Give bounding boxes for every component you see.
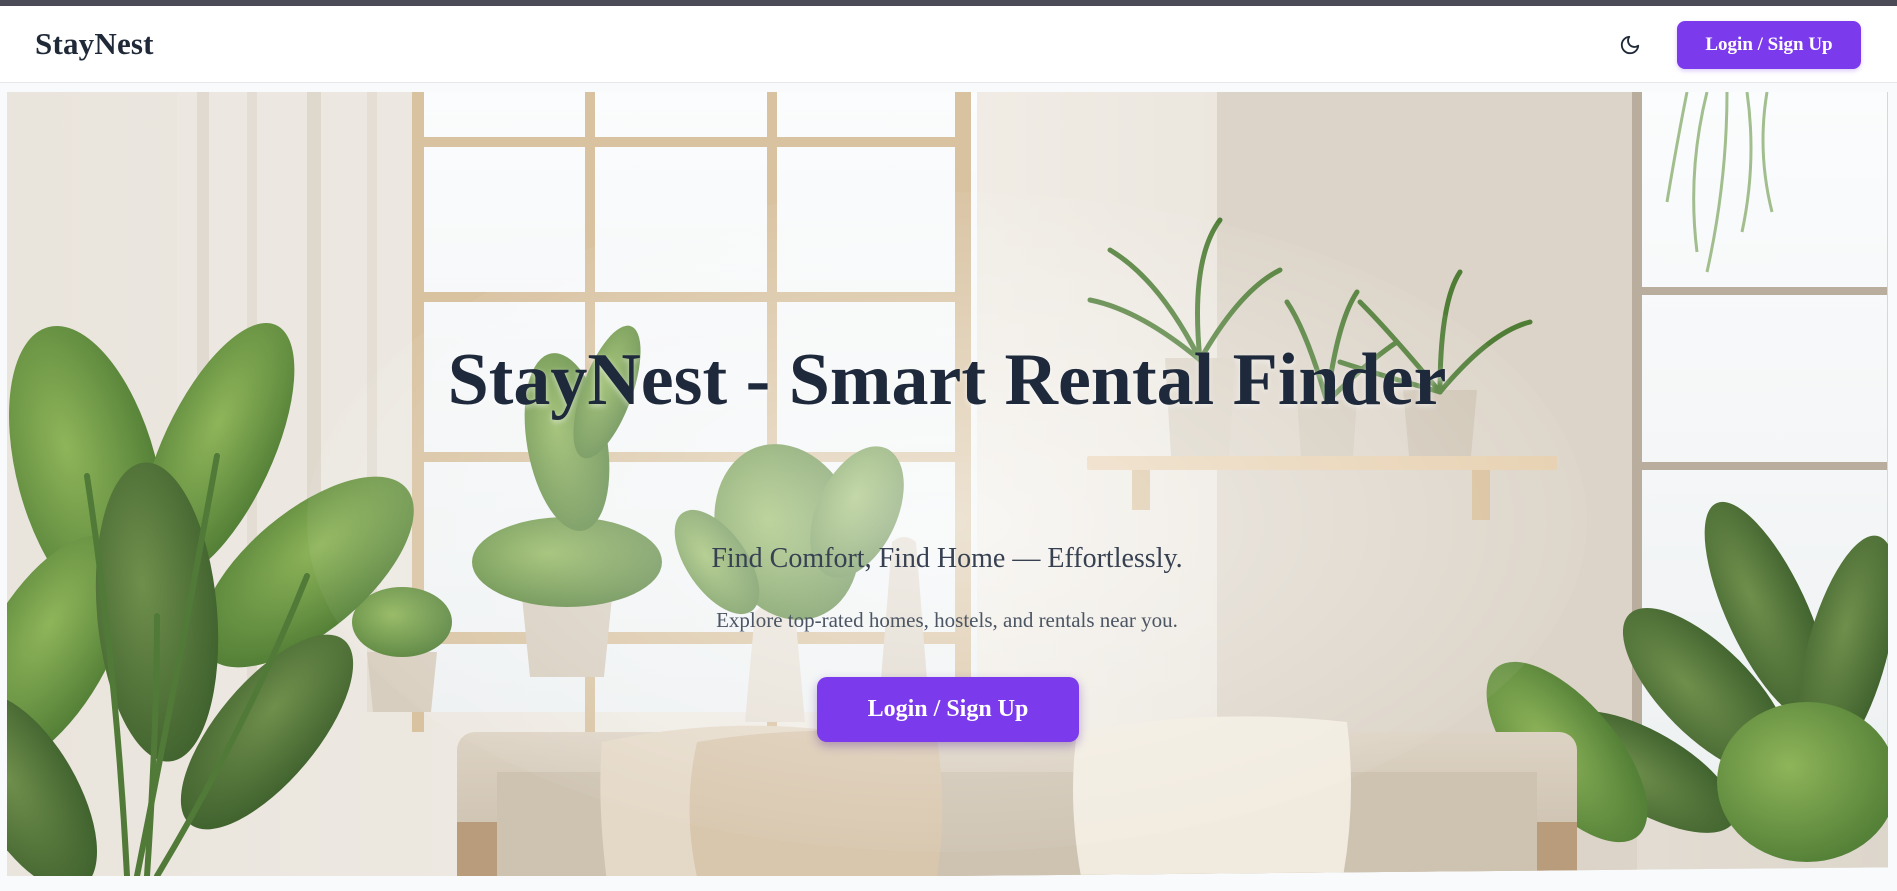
brand-logo[interactable]: StayNest [35,26,154,62]
navbar: StayNest Login / Sign Up [0,6,1897,83]
hero-tagline: Find Comfort, Find Home — Effortlessly. [711,543,1183,574]
nav-login-signup-button[interactable]: Login / Sign Up [1677,21,1861,69]
hero-content: StayNest - Smart Rental Finder Find Comf… [7,92,1888,876]
theme-toggle-button[interactable] [1613,30,1647,64]
hero-login-signup-button[interactable]: Login / Sign Up [817,677,1079,742]
hero-section: StayNest - Smart Rental Finder Find Comf… [7,92,1888,876]
hero-title: StayNest - Smart Rental Finder [447,339,1447,421]
hero-subtitle: Explore top-rated homes, hostels, and re… [716,608,1178,632]
moon-icon [1619,34,1641,61]
